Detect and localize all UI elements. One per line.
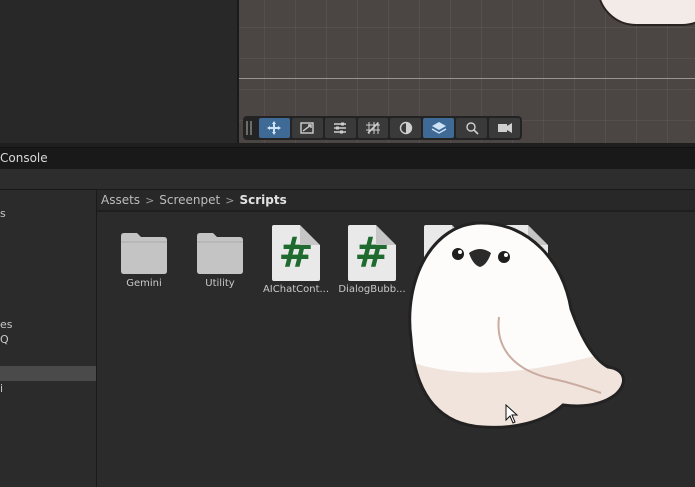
folder-icon bbox=[121, 233, 167, 274]
asset-script-dialogbubb[interactable]: # DialogBubb... bbox=[334, 225, 410, 295]
layers-icon bbox=[431, 122, 447, 134]
tree-selected-row[interactable] bbox=[0, 366, 96, 381]
search-tool-button[interactable] bbox=[456, 118, 488, 138]
screenpet-bird-mascot[interactable] bbox=[403, 219, 629, 433]
scene-character-sprite[interactable] bbox=[597, 0, 695, 26]
scene-tools-toolbar bbox=[243, 116, 522, 140]
grid-snap-icon bbox=[366, 122, 381, 134]
tab-console[interactable]: Console bbox=[0, 151, 48, 165]
shading-mode-icon bbox=[399, 121, 413, 135]
layers-button[interactable] bbox=[423, 118, 455, 138]
csharp-script-icon: # bbox=[272, 225, 320, 281]
tree-item[interactable]: i bbox=[0, 382, 3, 395]
asset-folder-gemini[interactable]: Gemini bbox=[106, 231, 182, 289]
project-folder-tree bbox=[0, 190, 96, 487]
hash-glyph: # bbox=[354, 228, 390, 277]
tree-item[interactable]: Q bbox=[0, 333, 9, 346]
breadcrumb-scripts[interactable]: Scripts bbox=[239, 193, 286, 207]
left-eye bbox=[452, 248, 464, 260]
camera-button[interactable] bbox=[489, 118, 520, 138]
hierarchy-panel bbox=[0, 0, 237, 143]
camera-icon bbox=[497, 123, 512, 133]
mouse-pointer-icon bbox=[505, 404, 519, 424]
folder-icon bbox=[197, 233, 243, 274]
chevron-right-icon: > bbox=[225, 193, 235, 207]
asset-label: Gemini bbox=[126, 278, 162, 289]
asset-label: AIChatCont... bbox=[262, 284, 330, 295]
project-toolbar bbox=[0, 169, 695, 190]
asset-script-aichatcont[interactable]: # AIChatCont... bbox=[258, 225, 334, 295]
right-eye bbox=[498, 251, 510, 263]
grid-snap-button[interactable] bbox=[357, 118, 389, 138]
search-icon bbox=[465, 122, 479, 135]
asset-label: Utility bbox=[205, 278, 235, 289]
toolbar-grip-handle[interactable] bbox=[246, 121, 252, 135]
move-tool-icon bbox=[267, 121, 282, 135]
shading-mode-button[interactable] bbox=[390, 118, 422, 138]
rect-transform-icon bbox=[300, 122, 314, 134]
sliders-button[interactable] bbox=[324, 118, 356, 138]
breadcrumb: Assets > Screenpet > Scripts bbox=[97, 190, 695, 211]
rect-transform-button[interactable] bbox=[291, 118, 323, 138]
move-tool-button[interactable] bbox=[258, 118, 290, 138]
tree-item[interactable]: s bbox=[0, 207, 6, 220]
chevron-right-icon: > bbox=[145, 193, 155, 207]
scene-horizon-line bbox=[239, 78, 695, 79]
tree-item[interactable]: es bbox=[0, 318, 13, 331]
breadcrumb-screenpet[interactable]: Screenpet bbox=[159, 193, 220, 207]
console-tab-bar: Console bbox=[0, 147, 695, 169]
hash-glyph: # bbox=[278, 228, 314, 277]
csharp-script-icon: # bbox=[348, 225, 396, 281]
asset-label: DialogBubb... bbox=[338, 284, 406, 295]
breadcrumb-assets[interactable]: Assets bbox=[101, 193, 140, 207]
asset-folder-utility[interactable]: Utility bbox=[182, 231, 258, 289]
sliders-icon bbox=[334, 122, 347, 134]
